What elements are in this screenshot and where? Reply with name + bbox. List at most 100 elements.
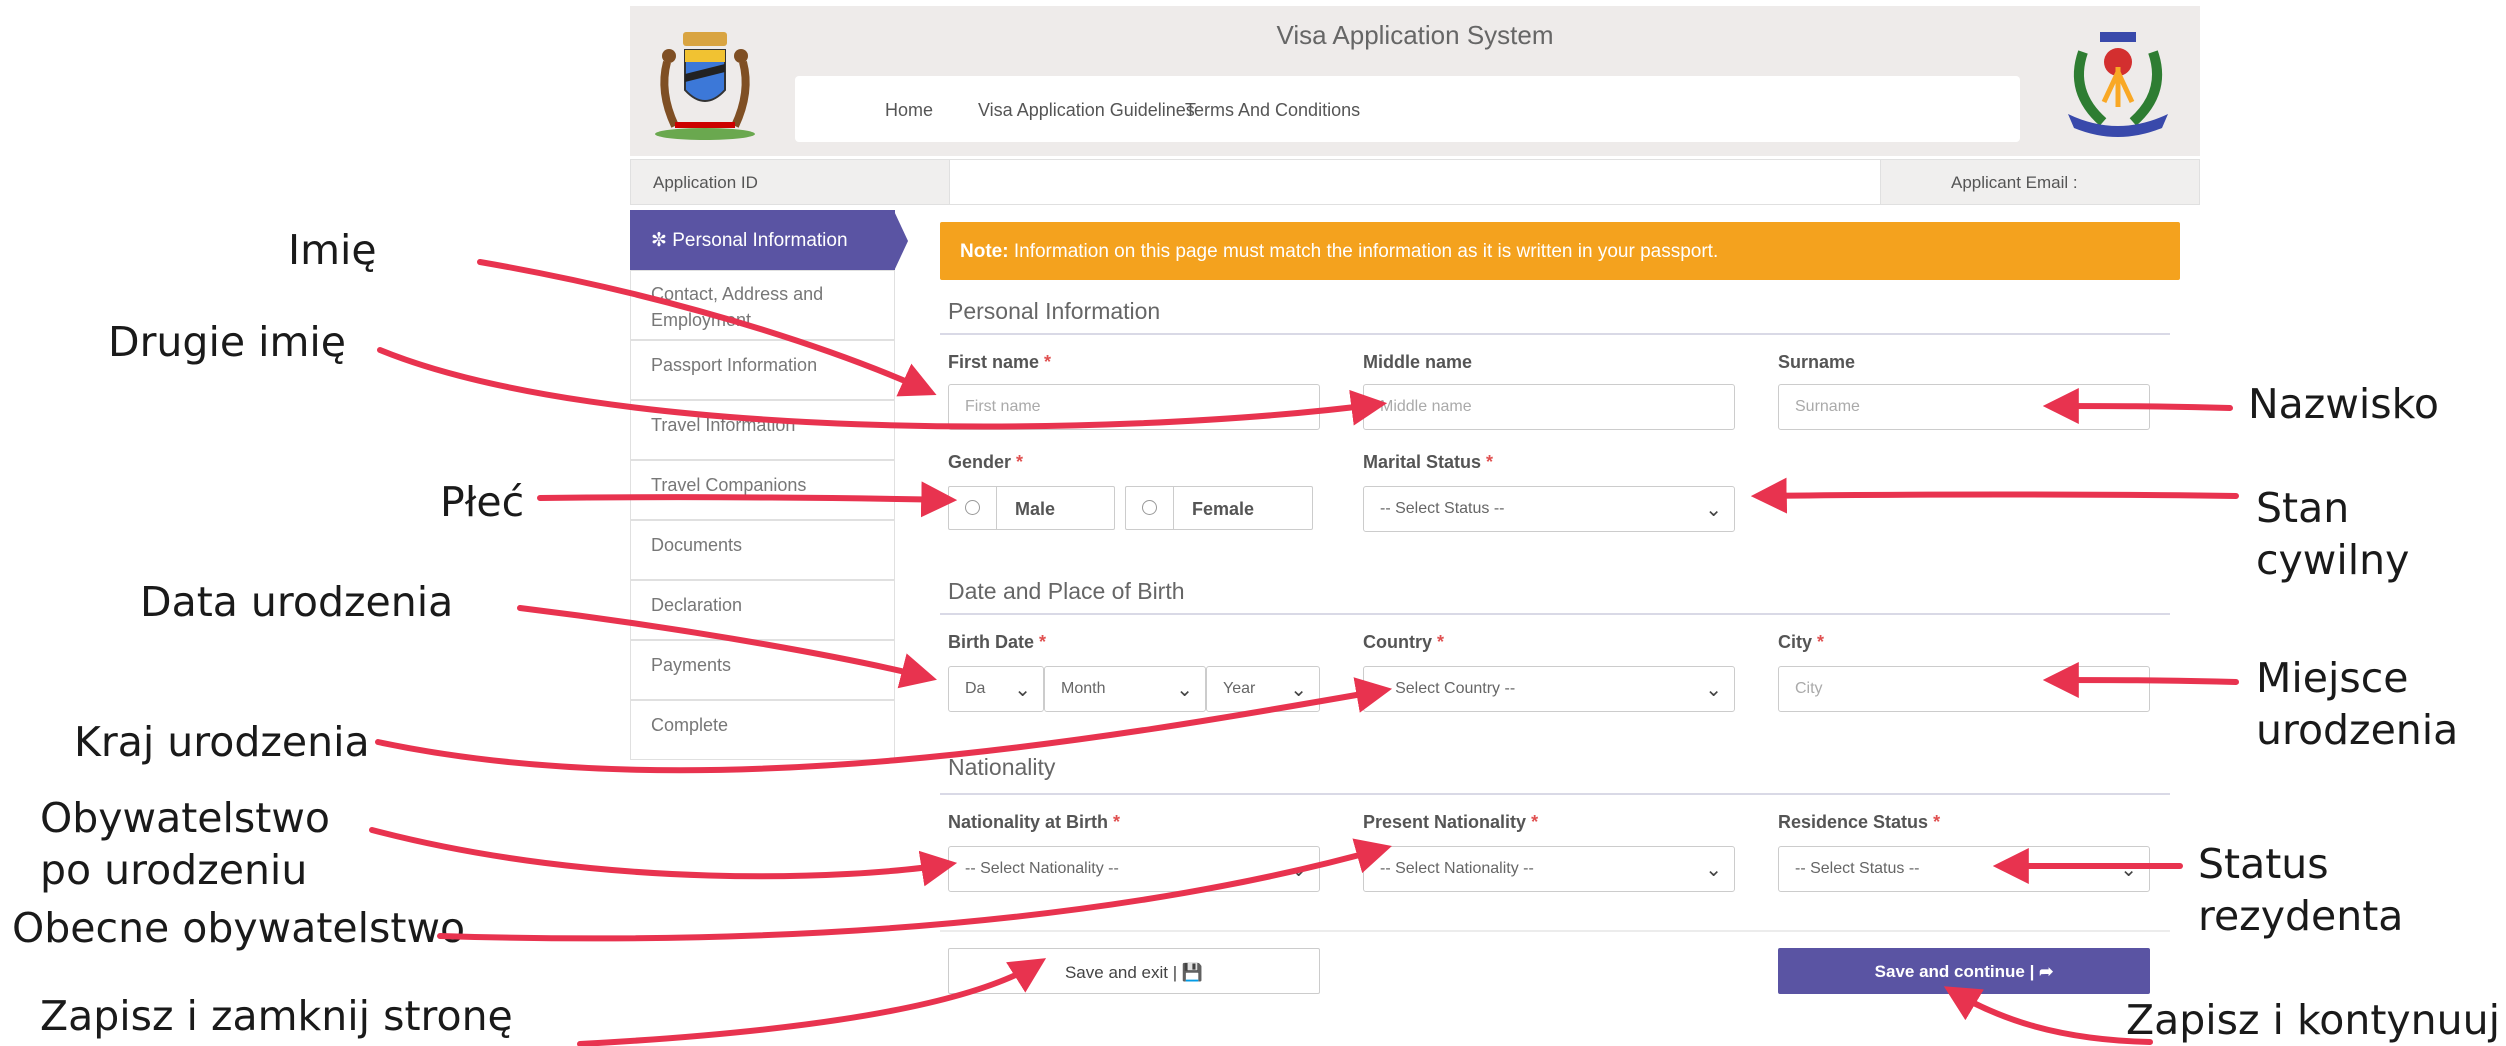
radio-cell bbox=[949, 487, 997, 529]
chevron-down-icon: ⌄ bbox=[1290, 679, 1307, 701]
country-select[interactable]: -- Select Country -- ⌄ bbox=[1363, 666, 1735, 712]
surname-label: Surname bbox=[1778, 352, 1856, 372]
annotation-nazwisko: Nazwisko bbox=[2248, 380, 2439, 428]
annotation-miejsce-2: urodzenia bbox=[2256, 706, 2459, 754]
applicant-email-label: Applicant Email : bbox=[1880, 159, 2200, 205]
select-value: Month bbox=[1061, 680, 1106, 697]
sidebar-item-travel[interactable]: Travel Information bbox=[630, 400, 895, 460]
sidebar-item-label: Personal Information bbox=[672, 230, 848, 251]
residence-status-select[interactable]: -- Select Status -- ⌄ bbox=[1778, 846, 2150, 892]
middle-name-label: Middle name bbox=[1363, 352, 1473, 372]
birth-day-select[interactable]: Da ⌄ bbox=[948, 666, 1044, 712]
sidebar-item-label: Declaration bbox=[651, 595, 743, 615]
country-label: Country * bbox=[1363, 632, 1445, 652]
annotation-status-1: Status bbox=[2198, 840, 2329, 888]
chevron-down-icon: ⌄ bbox=[1014, 679, 1031, 701]
annotation-obywatelstwo-2: po urodzeniu bbox=[40, 846, 308, 894]
nationality-birth-select[interactable]: -- Select Nationality -- ⌄ bbox=[948, 846, 1320, 892]
application-id-label: Application ID bbox=[630, 159, 950, 205]
birth-month-select[interactable]: Month ⌄ bbox=[1044, 666, 1206, 712]
residence-status-label: Residence Status * bbox=[1778, 812, 1941, 832]
save-exit-button[interactable]: Save and exit | 💾 bbox=[948, 948, 1320, 994]
spinner-icon: ✼ bbox=[651, 230, 667, 251]
section-title-birth: Date and Place of Birth bbox=[948, 578, 1185, 604]
sidebar-item-label: Documents bbox=[651, 535, 743, 555]
chevron-down-icon: ⌄ bbox=[2120, 859, 2137, 881]
present-nationality-select[interactable]: -- Select Nationality -- ⌄ bbox=[1363, 846, 1735, 892]
section-divider bbox=[940, 333, 2170, 335]
header: Visa Application System Home Visa Applic… bbox=[630, 6, 2200, 156]
application-id-value bbox=[950, 159, 1880, 205]
nationality-birth-label: Nationality at Birth * bbox=[948, 812, 1121, 832]
sidebar-item-passport[interactable]: Passport Information bbox=[630, 340, 895, 400]
sidebar-item-complete[interactable]: Complete bbox=[630, 700, 895, 760]
sidebar-item-label: Travel Companions bbox=[651, 475, 807, 495]
section-title-nationality: Nationality bbox=[948, 754, 1056, 780]
sidebar-item-personal-information[interactable]: ✼ Personal Information bbox=[630, 210, 908, 271]
select-value: -- Select Nationality -- bbox=[1380, 860, 1534, 877]
annotation-stan-2: cywilny bbox=[2256, 536, 2410, 584]
immigration-emblem-logo bbox=[2068, 32, 2168, 137]
chevron-down-icon: ⌄ bbox=[1705, 859, 1722, 881]
sidebar-item-label: Contact, Address and Employment bbox=[651, 284, 824, 330]
first-name-label: First name * bbox=[948, 352, 1052, 372]
radio-icon[interactable] bbox=[965, 500, 980, 515]
annotation-drugie-imie: Drugie imię bbox=[108, 318, 347, 366]
sidebar-item-contact[interactable]: Contact, Address and Employment bbox=[630, 270, 895, 340]
gender-female-option[interactable]: Female bbox=[1125, 486, 1313, 530]
annotation-plec: Płeć bbox=[440, 478, 525, 526]
sidebar-item-label: Payments bbox=[651, 655, 732, 675]
section-divider bbox=[940, 793, 2170, 795]
chevron-down-icon: ⌄ bbox=[1705, 679, 1722, 701]
section-divider bbox=[940, 930, 2170, 932]
select-value: -- Select Country -- bbox=[1380, 680, 1516, 697]
birth-date-label: Birth Date * bbox=[948, 632, 1047, 652]
radio-icon[interactable] bbox=[1142, 500, 1157, 515]
sidebar-item-declaration[interactable]: Declaration bbox=[630, 580, 895, 640]
annotation-status-2: rezydenta bbox=[2198, 892, 2404, 940]
note-prefix: Note: bbox=[960, 241, 1009, 262]
save-continue-button[interactable]: Save and continue | ➦ bbox=[1778, 948, 2150, 994]
nav-home[interactable]: Home bbox=[885, 100, 933, 121]
sidebar-item-label: Travel Information bbox=[651, 415, 796, 435]
gender-male-option[interactable]: Male bbox=[948, 486, 1115, 530]
note-text: Information on this page must match the … bbox=[1013, 241, 1719, 262]
top-nav: Home Visa Application Guidelines Terms A… bbox=[795, 76, 2020, 142]
middle-name-input[interactable]: Middle name bbox=[1363, 384, 1735, 430]
select-value: -- Select Nationality -- bbox=[965, 860, 1119, 877]
first-name-input[interactable]: First name bbox=[948, 384, 1320, 430]
sidebar-item-label: Passport Information bbox=[651, 355, 818, 375]
chevron-down-icon: ⌄ bbox=[1290, 859, 1307, 881]
annotation-data-urodzenia: Data urodzenia bbox=[140, 578, 454, 626]
marital-status-label: Marital Status * bbox=[1363, 452, 1494, 472]
nav-guidelines[interactable]: Visa Application Guidelines bbox=[978, 100, 1195, 121]
select-value: Da bbox=[965, 680, 986, 697]
marital-status-select[interactable]: -- Select Status -- ⌄ bbox=[1363, 486, 1735, 532]
gender-female-label: Female bbox=[1192, 499, 1255, 519]
chevron-down-icon: ⌄ bbox=[1705, 499, 1722, 521]
gender-male-label: Male bbox=[1015, 499, 1056, 519]
application-id-bar: Application ID Applicant Email : bbox=[630, 159, 2200, 205]
surname-input[interactable]: Surname bbox=[1778, 384, 2150, 430]
birth-year-select[interactable]: Year ⌄ bbox=[1206, 666, 1320, 712]
annotation-stan-1: Stan bbox=[2256, 484, 2350, 532]
annotation-miejsce-1: Miejsce bbox=[2256, 654, 2409, 702]
city-label: City * bbox=[1778, 632, 1825, 652]
chevron-down-icon: ⌄ bbox=[1176, 679, 1193, 701]
select-value: -- Select Status -- bbox=[1795, 860, 1920, 877]
section-divider bbox=[940, 613, 2170, 615]
city-input[interactable]: City bbox=[1778, 666, 2150, 712]
nav-terms[interactable]: Terms And Conditions bbox=[1185, 100, 1360, 121]
annotation-zapisz-zamknij: Zapisz i zamknij stronę bbox=[40, 992, 513, 1040]
annotation-imie: Imię bbox=[288, 226, 377, 274]
passport-note-banner: Note: Information on this page must matc… bbox=[940, 222, 2180, 280]
coat-of-arms-logo bbox=[655, 32, 755, 140]
select-value: Year bbox=[1223, 680, 1256, 697]
annotation-kraj-urodzenia: Kraj urodzenia bbox=[74, 718, 370, 766]
sidebar-item-documents[interactable]: Documents bbox=[630, 520, 895, 580]
sidebar-item-companions[interactable]: Travel Companions bbox=[630, 460, 895, 520]
annotation-zapisz-kontynuuj: Zapisz i kontynuuj bbox=[2126, 996, 2501, 1044]
sidebar-item-payments[interactable]: Payments bbox=[630, 640, 895, 700]
section-title-personal: Personal Information bbox=[948, 298, 1161, 324]
annotation-obywatelstwo-1: Obywatelstwo bbox=[40, 794, 330, 842]
